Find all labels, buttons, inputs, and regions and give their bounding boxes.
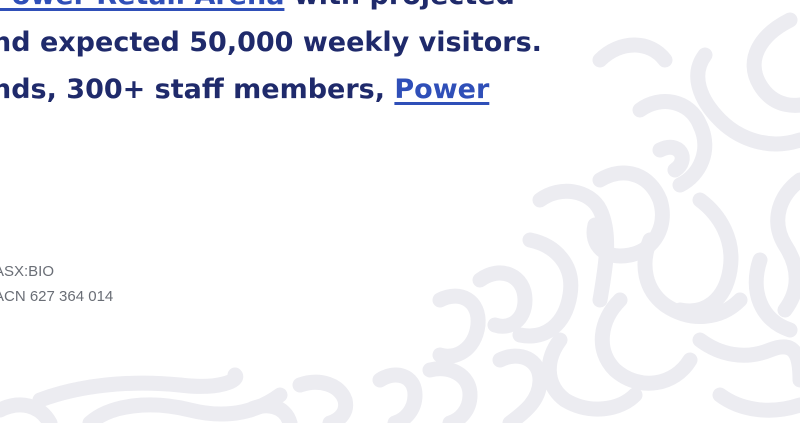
acn-number: ACN 627 364 014 — [0, 288, 114, 305]
headline-line-2: nd expected 50,000 weekly visitors. — [0, 27, 542, 58]
page: Power Retail Arena with projected nd exp… — [0, 0, 800, 423]
headline-line-3: nds, 300+ staff members, Power — [0, 66, 632, 113]
company-info: ASX:BIO ACN 627 364 014 — [0, 259, 113, 309]
stock-ticker: ASX:BIO — [0, 263, 55, 280]
power-retail-arena-link[interactable]: Power Retail Arena — [0, 0, 284, 11]
power-link[interactable]: Power — [394, 74, 489, 105]
headline-line-3-text: nds, 300+ staff members, — [0, 74, 395, 105]
headline-line-1: Power Retail Arena with projected — [0, 0, 632, 19]
headline-line-1-text: with projected — [284, 0, 515, 11]
headline-paragraph: Power Retail Arena with projected nd exp… — [0, 0, 632, 113]
